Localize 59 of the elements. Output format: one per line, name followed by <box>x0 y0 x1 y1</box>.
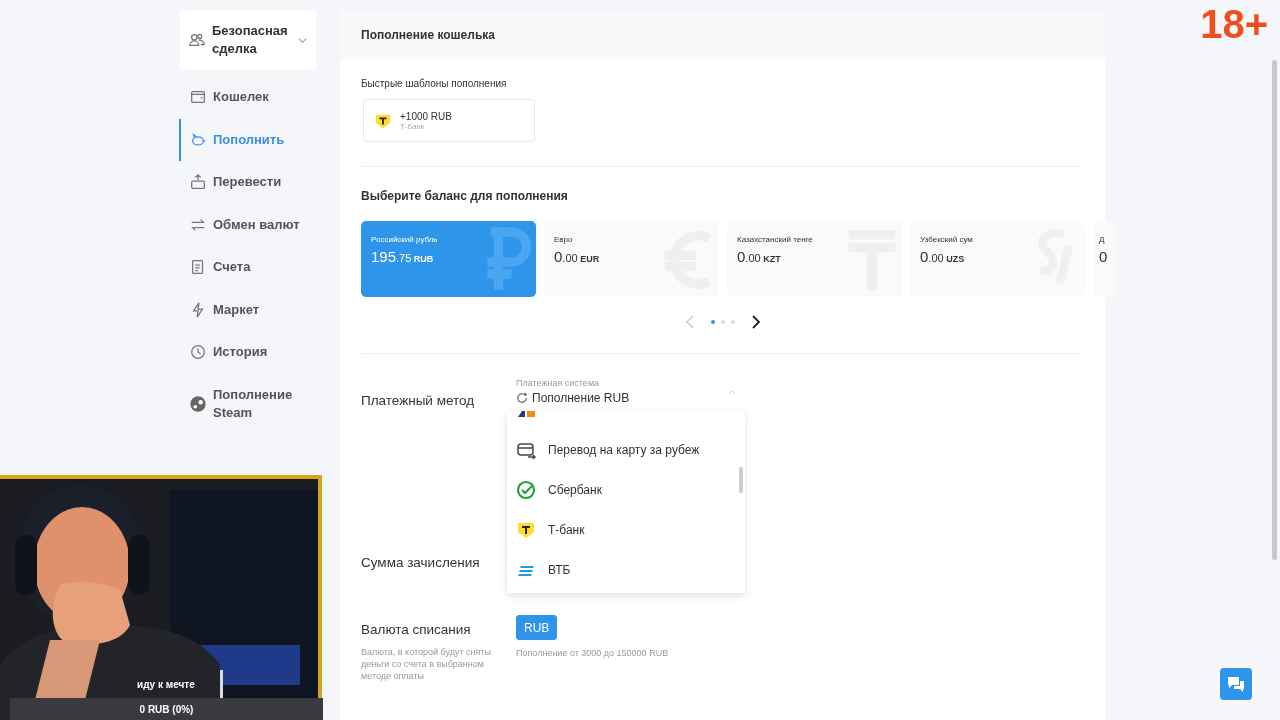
age-rating-label: 18+ <box>1200 2 1268 47</box>
template-amount: +1000 RUB <box>400 110 452 122</box>
balance-card[interactable]: Д 0 <box>1093 221 1115 297</box>
amount-range-hint: Пополнение от 3000 до 150000 RUB <box>516 648 669 658</box>
balance-card[interactable]: Евро 0.00 EUR <box>544 221 719 297</box>
page-dot[interactable] <box>731 320 735 324</box>
balance-card[interactable]: Узбекский сум 0.00 UZS <box>910 221 1085 297</box>
currency-label: Валюта списания <box>361 622 472 637</box>
sidebar-item[interactable]: Пополнение Steam <box>179 373 316 434</box>
balance-name: Узбекский сум <box>920 235 973 244</box>
balance-name: Евро <box>554 235 573 244</box>
dropdown-option[interactable]: Т-банк <box>507 510 745 550</box>
users-icon <box>188 31 206 49</box>
amount-label: Сумма зачисления <box>361 555 481 570</box>
chat-icon <box>1226 674 1246 694</box>
balance-name: Казахстанский тенге <box>737 235 813 244</box>
balance-amount: 0.00 KZT <box>737 248 781 265</box>
sidebar-item[interactable]: Кошелек <box>179 76 316 119</box>
sidebar-item[interactable]: Обмен валют <box>179 203 316 246</box>
safe-deal-menu[interactable]: Безопасная сделка <box>180 10 316 70</box>
currency-description: Валюта, в которой будут сняты деньги со счета в выбранном методе оплаты <box>361 646 492 682</box>
lightning-icon <box>189 300 207 319</box>
progress-label: 0 RUB (0%) <box>139 703 194 715</box>
template-card[interactable]: +1000 RUB Т-банк <box>363 99 535 142</box>
balance-amount: 195.75 RUB <box>371 248 434 265</box>
safe-deal-label: Безопасная сделка <box>212 22 289 58</box>
field-label: Платежная система <box>516 378 601 388</box>
check-circle-icon <box>516 480 536 500</box>
transfer-icon <box>189 173 207 192</box>
shield-t-icon <box>516 520 536 540</box>
page-dot[interactable] <box>711 320 715 324</box>
chat-button[interactable] <box>1220 668 1252 700</box>
logo-icon <box>517 411 537 417</box>
stream-goal-label: иду к мечте <box>137 679 195 690</box>
sidebar-item[interactable]: История <box>179 331 316 374</box>
payment-method-label: Платежный метод <box>361 392 476 410</box>
history-icon <box>189 343 207 362</box>
scrollbar-thumb[interactable] <box>739 467 743 493</box>
sidebar-item[interactable]: Перевести <box>179 161 316 204</box>
dropdown-option[interactable]: Сбербанк <box>507 470 745 510</box>
card-arrow-icon <box>516 440 536 460</box>
balance-amount: 0 <box>1099 248 1108 265</box>
sidebar-item[interactable]: Счета <box>179 246 316 289</box>
balance-name: Российский рубль <box>371 235 438 244</box>
dropdown-option[interactable]: Перевод на карту за рубеж <box>507 430 745 470</box>
refresh-icon <box>516 392 528 404</box>
sidebar-item[interactable]: Маркет <box>179 288 316 331</box>
balance-amount: 0.00 UZS <box>920 248 965 265</box>
templates-label: Быстрые шаблоны пополнения <box>361 78 508 89</box>
template-bank: Т-банк <box>400 121 425 131</box>
balance-card[interactable]: Казахстанский тенге 0.00 KZT <box>727 221 902 297</box>
page-dot[interactable] <box>721 320 725 324</box>
page-title: Пополнение кошелька <box>361 28 495 42</box>
scrollbar-thumb[interactable] <box>1272 60 1277 560</box>
field-value: Пополнение RUB <box>532 391 630 405</box>
balance-name: Д <box>1099 235 1105 244</box>
balance-amount: 0.00 EUR <box>554 248 600 265</box>
dropdown-option[interactable]: ВТБ <box>507 550 745 590</box>
section-title: Выберите баланс для пополнения <box>361 189 569 203</box>
